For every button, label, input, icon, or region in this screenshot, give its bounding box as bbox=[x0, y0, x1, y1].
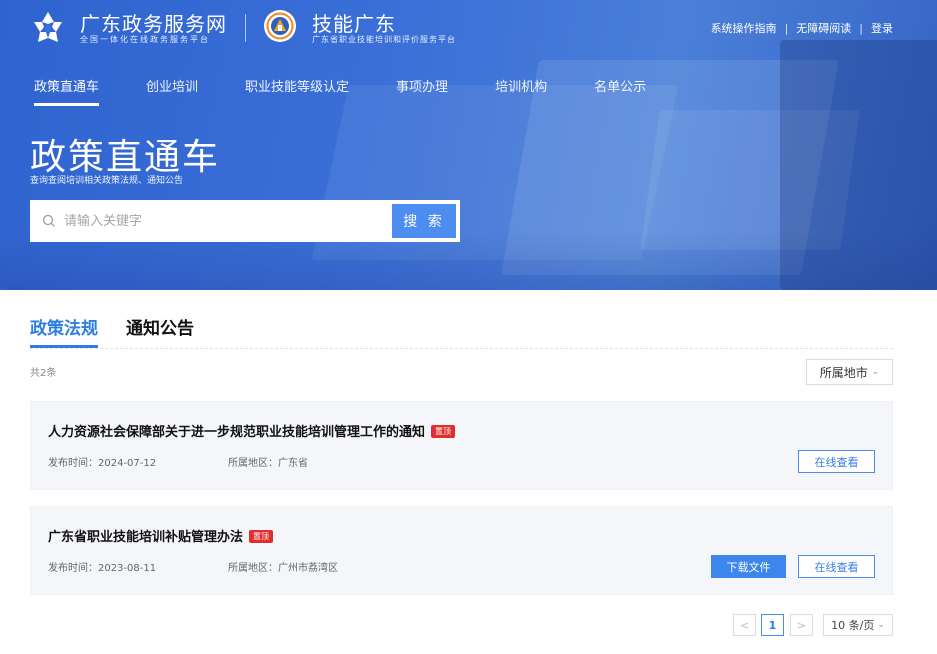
guide-link[interactable]: 系统操作指南 bbox=[711, 20, 777, 36]
brand-divider bbox=[245, 14, 246, 42]
top-links: 系统操作指南 | 无障碍阅读 | 登录 bbox=[711, 20, 893, 36]
chevron-down-icon: ⌄ bbox=[877, 620, 885, 630]
tab-policies[interactable]: 政策法规 bbox=[30, 314, 98, 348]
pinned-badge: 置顶 bbox=[431, 425, 456, 438]
nav-item-public-list[interactable]: 名单公示 bbox=[594, 76, 646, 95]
search-button[interactable]: 搜 索 bbox=[392, 204, 456, 238]
brand-subtitle: 全国一体化在线政务服务平台 bbox=[80, 35, 210, 44]
city-filter-label: 所属地市 bbox=[819, 365, 868, 380]
separator: | bbox=[859, 21, 863, 35]
accessible-reading-link[interactable]: 无障碍阅读 bbox=[796, 20, 851, 36]
pagination-prev-button[interactable]: < bbox=[733, 614, 756, 636]
pagination-next-button[interactable]: > bbox=[790, 614, 813, 636]
tab-notices[interactable]: 通知公告 bbox=[126, 314, 194, 339]
policy-title-text[interactable]: 广东省职业技能培训补贴管理办法 bbox=[48, 530, 243, 545]
tabs-divider bbox=[30, 348, 893, 349]
policy-title[interactable]: 广东省职业技能培训补贴管理办法 置顶 bbox=[48, 526, 274, 545]
page-subtitle: 查询查阅培训相关政策法规、通知公告 bbox=[30, 176, 184, 186]
search-icon bbox=[42, 214, 55, 227]
city-filter-select[interactable]: 所属地市 ⌄ bbox=[806, 359, 893, 385]
policy-title[interactable]: 人力资源社会保障部关于进一步规范职业技能培训管理工作的通知 置顶 bbox=[48, 421, 456, 440]
chevron-down-icon: ⌄ bbox=[871, 367, 880, 377]
pinned-badge: 置顶 bbox=[249, 530, 274, 543]
list-item: 人力资源社会保障部关于进一步规范职业技能培训管理工作的通知 置顶 发布时间：202… bbox=[30, 401, 893, 490]
brand-subtitle: 广东省职业技能培训和评价服务平台 bbox=[312, 35, 456, 44]
nav-item-services[interactable]: 事项办理 bbox=[396, 76, 448, 95]
nav-item-policy[interactable]: 政策直通车 bbox=[34, 76, 100, 106]
download-file-button[interactable]: 下载文件 bbox=[711, 555, 786, 578]
skills-emblem-icon[interactable] bbox=[262, 8, 298, 44]
publish-date: 发布时间：2023-08-11 bbox=[48, 563, 157, 574]
content-tabs: 政策法规 通知公告 bbox=[30, 314, 222, 348]
region: 所属地区：广东省 bbox=[228, 458, 308, 469]
view-online-button[interactable]: 在线查看 bbox=[798, 450, 875, 473]
page-size-select[interactable]: 10 条/页 ⌄ bbox=[823, 614, 893, 636]
search-box: 搜 索 bbox=[30, 200, 460, 242]
nav-item-startup-training[interactable]: 创业培训 bbox=[146, 76, 198, 95]
login-link[interactable]: 登录 bbox=[871, 20, 893, 36]
publish-date: 发布时间：2024-07-12 bbox=[48, 458, 157, 469]
gov-service-logo-icon[interactable] bbox=[30, 10, 66, 46]
region: 所属地区：广州市荔湾区 bbox=[228, 563, 338, 574]
separator: | bbox=[784, 21, 789, 35]
search-input[interactable] bbox=[64, 213, 384, 229]
brand-title[interactable]: 技能广东 bbox=[312, 8, 396, 37]
nav-item-skill-certification[interactable]: 职业技能等级认定 bbox=[245, 76, 349, 95]
brand-title[interactable]: 广东政务服务网 bbox=[80, 8, 227, 37]
list-item: 广东省职业技能培训补贴管理办法 置顶 发布时间：2023-08-11 所属地区：广… bbox=[30, 506, 893, 595]
nav-item-institutions[interactable]: 培训机构 bbox=[495, 76, 547, 95]
hero-banner: 广东政务服务网 全国一体化在线政务服务平台 技能广东 广东省职业技能培训和评价服… bbox=[0, 0, 937, 290]
view-online-button[interactable]: 在线查看 bbox=[798, 555, 875, 578]
result-count: 共2条 bbox=[30, 368, 57, 379]
policy-title-text[interactable]: 人力资源社会保障部关于进一步规范职业技能培训管理工作的通知 bbox=[48, 425, 425, 440]
pagination-page-1[interactable]: 1 bbox=[761, 614, 784, 636]
page-size-label: 10 条/页 bbox=[831, 619, 875, 632]
main-nav: 政策直通车 创业培训 职业技能等级认定 事项办理 培训机构 名单公示 bbox=[34, 76, 693, 106]
